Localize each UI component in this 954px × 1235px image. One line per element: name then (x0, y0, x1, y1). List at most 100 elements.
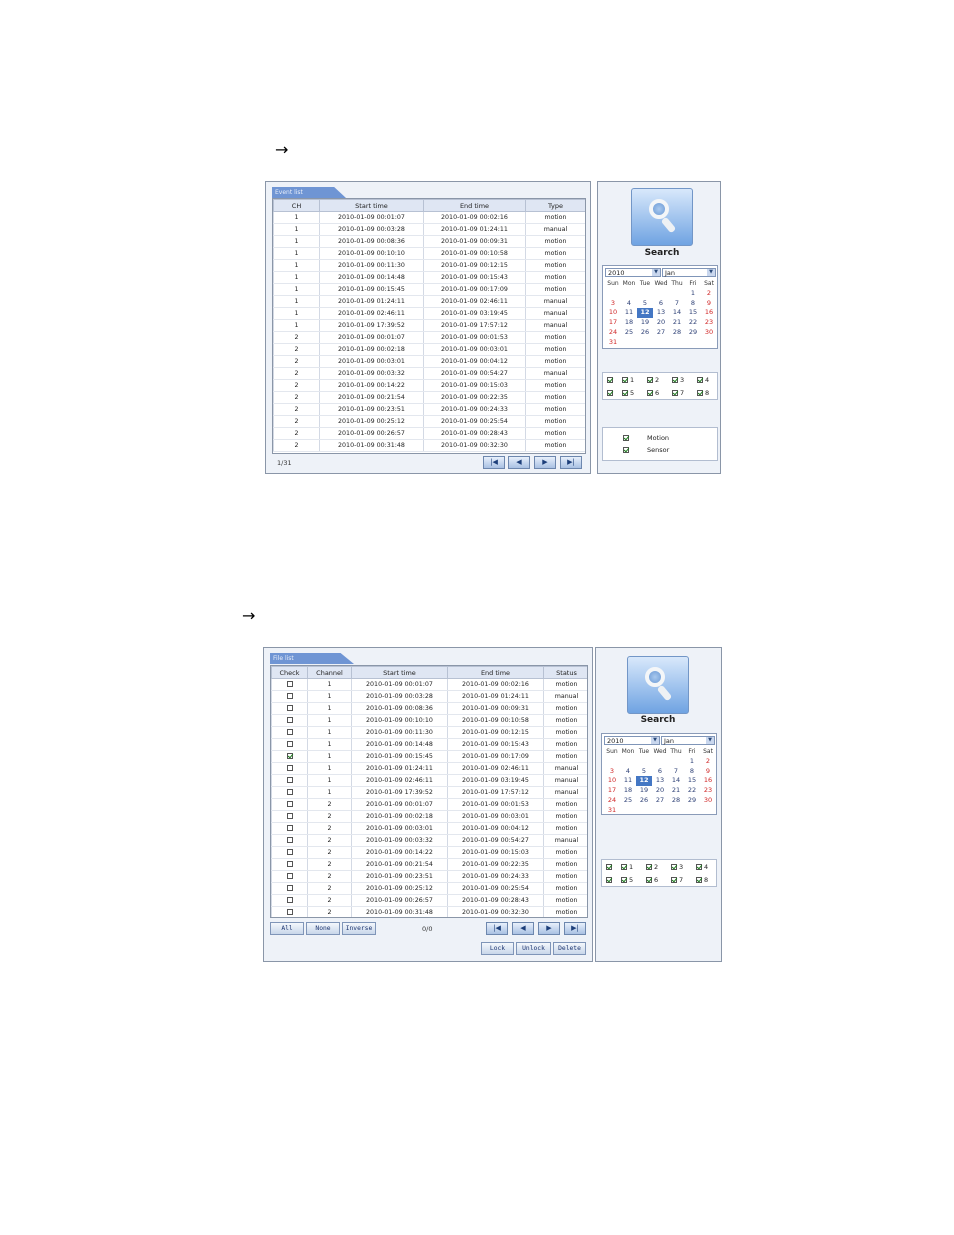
inverse-selection-button[interactable]: Inverse (342, 922, 376, 935)
channel-checkbox[interactable] (646, 864, 652, 870)
unlock-button[interactable]: Unlock (516, 942, 551, 955)
calendar-day[interactable]: 2 (701, 289, 717, 299)
table-row[interactable]: 1 2010-01-09 00:15:45 2010-01-09 00:17:09 m… (271, 750, 587, 763)
select-all-button[interactable]: All (270, 922, 304, 935)
calendar-day[interactable]: 8 (684, 767, 700, 777)
calendar-day[interactable]: 4 (620, 767, 636, 777)
calendar-day[interactable]: 19 (636, 786, 652, 796)
calendar-day[interactable]: 20 (652, 786, 668, 796)
cell-check[interactable] (271, 702, 308, 715)
row-checkbox[interactable] (286, 813, 293, 819)
col-header-ch[interactable]: CH (273, 199, 320, 212)
calendar-day[interactable]: 21 (668, 786, 684, 796)
table-row[interactable]: 2 2010-01-09 00:31:48 2010-01-09 00:32:30 m… (271, 906, 587, 917)
channel-3[interactable]: 3 (671, 863, 683, 871)
calendar-day[interactable]: 1 (684, 757, 700, 767)
next-page-button[interactable]: ▶ (538, 922, 560, 935)
lock-button[interactable]: Lock (481, 942, 514, 955)
table-row[interactable]: 1 2010-01-09 00:11:30 2010-01-09 00:12:15 m… (273, 259, 585, 272)
table-row[interactable]: 1 2010-01-09 00:01:07 2010-01-09 00:02:16 m… (273, 211, 585, 224)
row-checkbox[interactable] (286, 789, 293, 795)
cell-check[interactable] (271, 762, 308, 775)
col-header-start-time[interactable]: Start time (319, 199, 424, 212)
channel-2[interactable]: 2 (647, 376, 659, 384)
table-row[interactable]: 1 2010-01-09 17:39:52 2010-01-09 17:57:12 m… (271, 786, 587, 799)
search-button[interactable] (627, 656, 689, 714)
calendar-day[interactable]: 29 (685, 328, 701, 338)
channel-checkbox[interactable] (671, 864, 677, 870)
row-checkbox[interactable] (286, 777, 293, 783)
calendar-day[interactable]: 22 (684, 786, 700, 796)
calendar-day[interactable]: 3 (604, 767, 620, 777)
cell-check[interactable] (271, 858, 308, 871)
table-row[interactable]: 2 2010-01-09 00:25:12 2010-01-09 00:25:54 m… (273, 415, 585, 428)
channel-7[interactable]: 7 (672, 389, 684, 397)
calendar-day[interactable]: 24 (605, 328, 621, 338)
row-checkbox[interactable] (286, 873, 293, 879)
calendar-day[interactable]: 13 (652, 776, 668, 786)
channel-8[interactable]: 8 (697, 389, 709, 397)
channel-checkbox[interactable] (696, 877, 702, 883)
table-row[interactable]: 2 2010-01-09 00:03:01 2010-01-09 00:04:12 m… (273, 355, 585, 368)
channel-checkbox[interactable] (647, 390, 653, 396)
row-checkbox[interactable] (286, 909, 293, 915)
type-motion[interactable]: Motion (623, 434, 669, 442)
calendar-day[interactable]: 15 (685, 308, 701, 318)
table-row[interactable]: 2 2010-01-09 00:03:32 2010-01-09 00:54:27 m… (271, 834, 587, 847)
file-list-tab[interactable]: File list (270, 653, 354, 664)
delete-button[interactable]: Delete (553, 942, 586, 955)
table-row[interactable]: 2 2010-01-09 00:03:01 2010-01-09 00:04:12 m… (271, 822, 587, 835)
table-row[interactable]: 2 2010-01-09 00:23:51 2010-01-09 00:24:33 m… (273, 403, 585, 416)
table-row[interactable]: 1 2010-01-09 00:03:28 2010-01-09 01:24:11 m… (271, 690, 587, 703)
calendar-day[interactable]: 3 (605, 299, 621, 309)
first-page-button[interactable]: |◀ (483, 456, 505, 469)
table-row[interactable]: 2 2010-01-09 00:02:18 2010-01-09 00:03:01 m… (271, 810, 587, 823)
month-select[interactable]: Jan ▼ (661, 736, 715, 745)
year-select[interactable]: 2010 ▼ (605, 268, 661, 277)
calendar-day[interactable]: 26 (637, 328, 653, 338)
cell-check[interactable] (271, 690, 308, 703)
first-page-button[interactable]: |◀ (486, 922, 508, 935)
calendar-day[interactable]: 28 (668, 796, 684, 806)
last-page-button[interactable]: ▶| (560, 456, 582, 469)
col-header-channel[interactable]: Channel (307, 666, 352, 679)
calendar-day[interactable]: 27 (652, 796, 668, 806)
motion-checkbox[interactable] (623, 435, 629, 441)
table-row[interactable]: 1 2010-01-09 00:15:45 2010-01-09 00:17:09 m… (273, 283, 585, 296)
row-checkbox[interactable] (286, 825, 293, 831)
row-checkbox[interactable] (286, 801, 293, 807)
select-none-button[interactable]: None (306, 922, 340, 935)
prev-page-button[interactable]: ◀ (512, 922, 534, 935)
table-row[interactable]: 1 2010-01-09 01:24:11 2010-01-09 02:46:11 m… (271, 762, 587, 775)
table-row[interactable]: 2 2010-01-09 00:01:07 2010-01-09 00:01:53 m… (271, 798, 587, 811)
month-select[interactable]: Jan ▼ (662, 268, 716, 277)
row-checkbox[interactable] (286, 849, 293, 855)
calendar-day[interactable]: 5 (636, 767, 652, 777)
col-header-end-time[interactable]: End time (423, 199, 526, 212)
table-row[interactable]: 1 2010-01-09 00:10:10 2010-01-09 00:10:58 m… (273, 247, 585, 260)
row-toggle-checkbox[interactable] (606, 877, 612, 883)
calendar-day[interactable]: 12 (637, 308, 653, 319)
row-checkbox[interactable] (286, 837, 293, 843)
row-checkbox[interactable] (286, 753, 293, 759)
table-row[interactable]: 1 2010-01-09 01:24:11 2010-01-09 02:46:11 m… (273, 295, 585, 308)
calendar-day[interactable]: 22 (685, 318, 701, 328)
table-row[interactable]: 1 2010-01-09 00:14:48 2010-01-09 00:15:43 m… (271, 738, 587, 751)
channel-checkbox[interactable] (672, 377, 678, 383)
calendar-day[interactable]: 11 (621, 308, 637, 318)
channel-4[interactable]: 4 (697, 376, 709, 384)
cell-check[interactable] (271, 774, 308, 787)
calendar-day[interactable]: 9 (701, 299, 717, 309)
channel-checkbox[interactable] (696, 864, 702, 870)
table-row[interactable]: 1 2010-01-09 02:46:11 2010-01-09 03:19:45 m… (273, 307, 585, 320)
channel-5[interactable]: 5 (622, 389, 634, 397)
calendar-day[interactable]: 15 (684, 776, 700, 786)
calendar-day[interactable]: 1 (685, 289, 701, 299)
row-checkbox[interactable] (286, 717, 293, 723)
channel-3[interactable]: 3 (672, 376, 684, 384)
calendar-day[interactable]: 14 (669, 308, 685, 318)
calendar-day[interactable]: 9 (700, 767, 716, 777)
calendar-day[interactable]: 12 (636, 776, 652, 787)
table-row[interactable]: 2 2010-01-09 00:21:54 2010-01-09 00:22:35 m… (271, 858, 587, 871)
channel-checkbox[interactable] (622, 377, 628, 383)
